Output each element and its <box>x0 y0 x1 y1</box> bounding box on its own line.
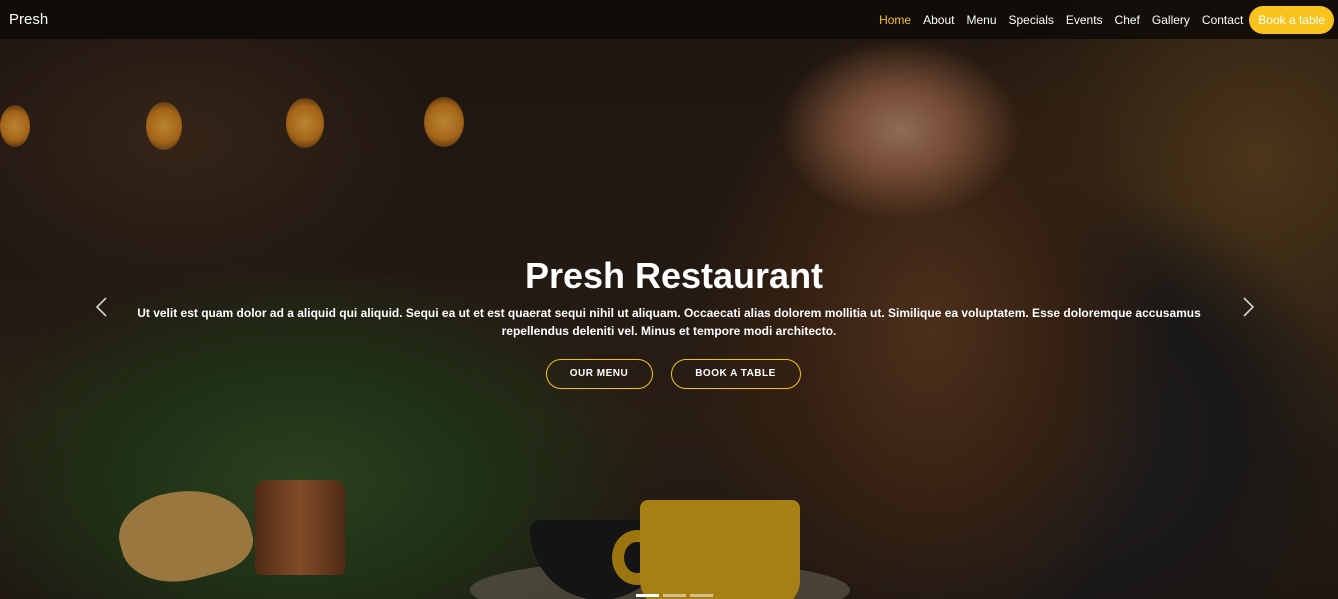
nav-item-events[interactable]: Events <box>1066 13 1103 27</box>
main-nav: Home About Menu Specials Events Chef Gal… <box>867 5 1334 34</box>
site-header: Presh Home About Menu Specials Events Ch… <box>0 0 1338 39</box>
our-menu-button[interactable]: OUR MENU <box>545 359 653 389</box>
nav-item-contact[interactable]: Contact <box>1202 13 1243 27</box>
site-logo[interactable]: Presh <box>9 11 48 28</box>
nav-item-chef[interactable]: Chef <box>1115 13 1140 27</box>
book-table-nav-button[interactable]: Book a table <box>1249 5 1334 34</box>
carousel-indicator-3[interactable] <box>690 594 713 597</box>
carousel-indicators <box>636 594 717 597</box>
nav-item-about[interactable]: About <box>923 13 954 27</box>
nav-item-specials[interactable]: Specials <box>1009 13 1054 27</box>
carousel-indicator-1[interactable] <box>636 594 659 597</box>
nav-item-home[interactable]: Home <box>879 13 911 27</box>
hero-title: Presh Restaurant <box>524 255 824 296</box>
hero-description: Ut velit est quam dolor ad a aliquid qui… <box>137 306 1201 338</box>
hero-buttons: OUR MENU BOOK A TABLE <box>8 359 1338 389</box>
hero-content: Presh Restaurant Ut velit est quam dolor… <box>0 255 1338 389</box>
nav-item-menu[interactable]: Menu <box>966 13 996 27</box>
book-table-button[interactable]: BOOK A TABLE <box>670 359 801 389</box>
carousel-indicator-2[interactable] <box>663 594 686 597</box>
nav-item-gallery[interactable]: Gallery <box>1152 13 1190 27</box>
